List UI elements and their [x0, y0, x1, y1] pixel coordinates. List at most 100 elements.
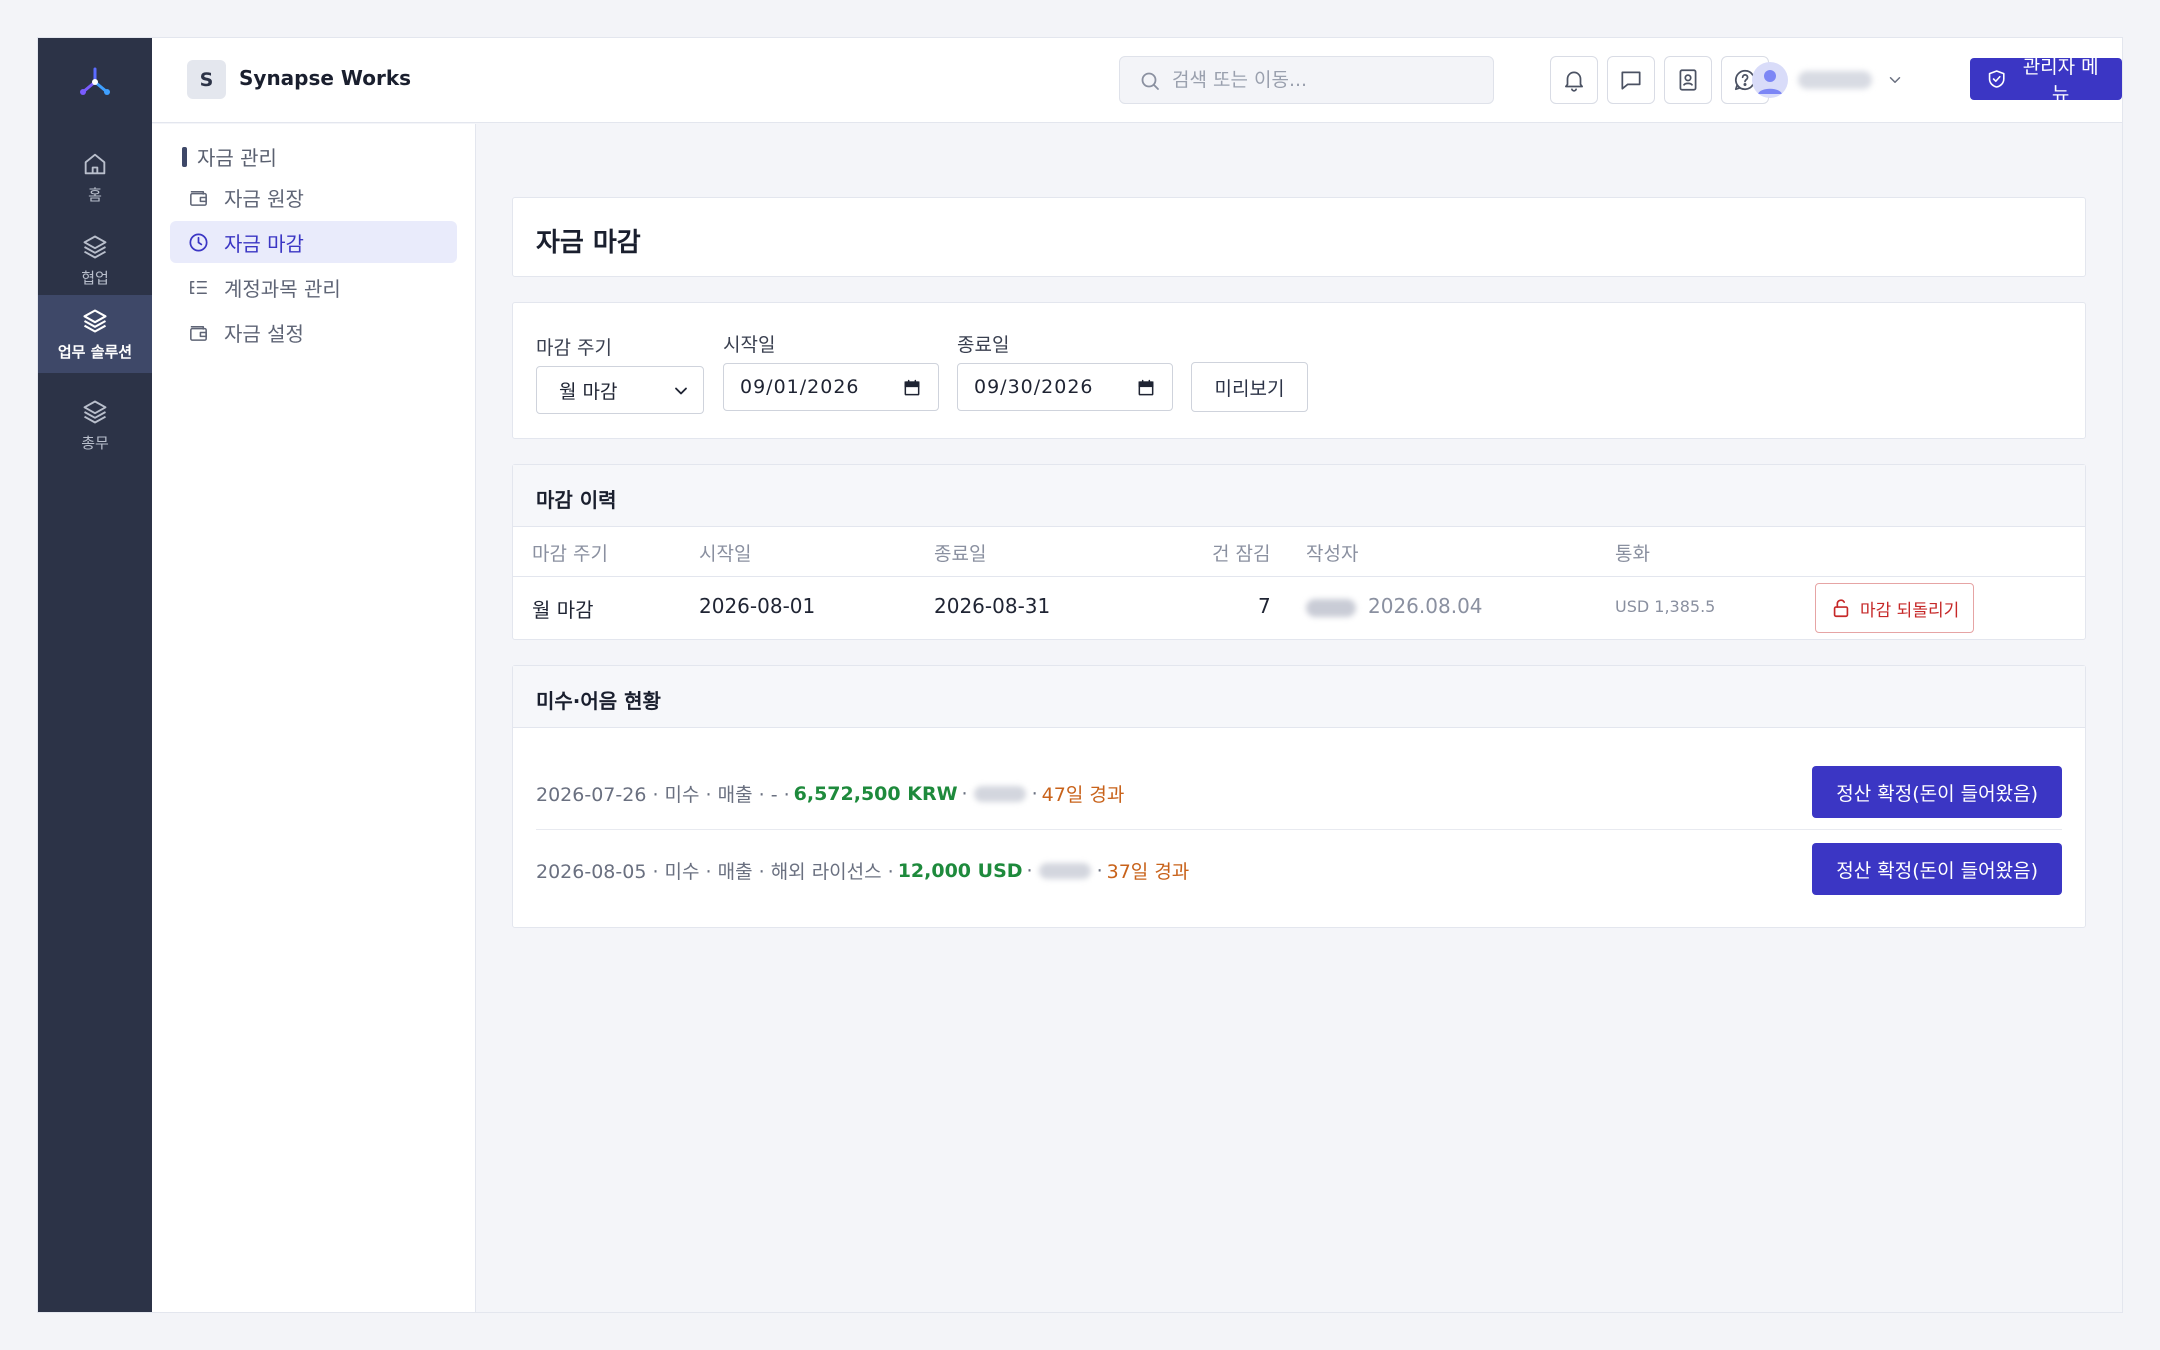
rail-item-label: 업무 솔루션: [57, 342, 133, 361]
subnav-item-label: 자금 마감: [224, 231, 304, 256]
list-item: 2026-08-05 · 미수 · 매출 · 해외 라이선스 · 12,000 …: [536, 831, 2062, 907]
period-label: 마감 주기: [536, 337, 612, 359]
layers-icon: [83, 400, 107, 423]
user-icon: [1758, 70, 1782, 94]
layers-icon: [83, 235, 107, 258]
search-input[interactable]: [1172, 57, 1482, 103]
separator: ·: [1031, 782, 1038, 805]
closing-history-card: 마감 이력 마감 주기 시작일 종료일 건 잠김 작성자 통화 월 마감 202…: [512, 464, 2086, 640]
counterparty-redacted: [973, 785, 1026, 802]
confirm-settlement-button[interactable]: 정산 확정(돈이 들어왔음): [1812, 843, 2062, 895]
counterparty-redacted: [1038, 862, 1091, 879]
end-date-label: 종료일: [957, 334, 1010, 356]
column-header: 통화: [1615, 543, 1650, 565]
app-window: 홈 협업 업무 솔루션 총무 S Synapse Works 검색 또는 이동.…: [37, 37, 2123, 1313]
app-rail: 홈 협업 업무 솔루션 총무: [38, 38, 152, 1312]
column-header: 시작일: [699, 543, 752, 565]
messages-button[interactable]: [1607, 56, 1655, 104]
app-logo-icon[interactable]: [75, 62, 115, 102]
revert-closing-button[interactable]: 마감 되돌리기: [1815, 583, 1975, 633]
receivables-card: 미수·어음 현황 2026-07-26 · 미수 · 매출 · - · 6,57…: [512, 665, 2086, 928]
period-select[interactable]: 월 마감: [536, 366, 704, 414]
subnav-item-account-management[interactable]: 계정과목 관리: [170, 266, 457, 308]
rail-item-label: 홈: [88, 185, 102, 204]
start-date-value: 09/01/2026: [740, 376, 860, 398]
divider: [536, 829, 2062, 830]
contact-book-icon: [1679, 69, 1697, 91]
revert-closing-label: 마감 되돌리기: [1860, 600, 1960, 621]
subnav-item-fund-settings[interactable]: 자금 설정: [170, 311, 457, 353]
rail-item-collab[interactable]: 협업: [38, 221, 152, 299]
shield-check-icon: [1988, 70, 2005, 88]
unlock-icon: [1833, 599, 1849, 618]
subnav-section-header: 자금 관리: [182, 142, 277, 171]
notifications-button[interactable]: [1550, 56, 1598, 104]
calendar-icon: [1138, 379, 1154, 396]
rail-item-home[interactable]: 홈: [38, 138, 152, 216]
receivable-summary: 2026-08-05 · 미수 · 매출 · 해외 라이선스 · 12,000 …: [536, 857, 1189, 884]
column-header: 마감 주기: [532, 543, 608, 565]
currency-cell: USD 1,385.5: [1615, 597, 1716, 616]
list-item: 2026-07-26 · 미수 · 매출 · - · 6,572,500 KRW…: [536, 754, 2062, 830]
elapsed-days: 37일 경과: [1106, 861, 1190, 883]
calendar-icon: [904, 379, 920, 396]
user-menu[interactable]: [1752, 60, 1904, 100]
table-row: 월 마감 2026-08-01 2026-08-31 7 2026.08.04 …: [513, 577, 2085, 639]
receivable-amount: 6,572,500 KRW: [793, 782, 958, 805]
workspace-name[interactable]: Synapse Works: [239, 66, 411, 90]
end-date-input[interactable]: 09/30/2026: [957, 363, 1173, 411]
subnav-item-fund-ledger[interactable]: 자금 원장: [170, 176, 457, 218]
table-header-row: 마감 주기 시작일 종료일 건 잠김 작성자 통화: [513, 527, 2085, 577]
subnav-item-label: 자금 설정: [224, 321, 304, 346]
separator: ·: [961, 782, 968, 805]
column-header: 건 잠김: [1212, 543, 1271, 565]
rail-item-label: 총무: [81, 433, 109, 452]
list-icon: [190, 280, 207, 294]
end-date-value: 09/30/2026: [974, 376, 1094, 398]
start-date-label: 시작일: [723, 334, 776, 356]
separator: ·: [1026, 859, 1033, 882]
bell-icon: [1565, 71, 1583, 92]
global-search[interactable]: [1119, 56, 1494, 104]
chevron-down-icon: [1889, 77, 1901, 83]
top-bar: S Synapse Works 관리자 메뉴: [152, 38, 2122, 123]
user-name-redacted: [1798, 71, 1872, 89]
section-marker: [182, 146, 187, 167]
receivable-amount: 12,000 USD: [897, 859, 1023, 882]
start-date-input[interactable]: 09/01/2026: [723, 363, 939, 411]
home-icon: [84, 153, 106, 174]
avatar: [1752, 62, 1788, 98]
closing-history-header: 마감 이력: [513, 465, 2085, 527]
wallet-icon: [190, 325, 207, 341]
subnav-item-label: 계정과목 관리: [224, 276, 341, 301]
rail-item-business-solution[interactable]: 업무 솔루션: [38, 295, 152, 373]
layers-icon: [83, 308, 107, 333]
column-header: 작성자: [1306, 543, 1359, 565]
workspace-badge[interactable]: S: [187, 60, 226, 99]
receivables-title: 미수·어음 현황: [536, 689, 661, 713]
admin-menu-button[interactable]: 관리자 메뉴: [1970, 56, 2122, 105]
sub-navigation: 자금 관리 자금 원장 자금 마감 계정과목 관리 자금 설정: [152, 124, 476, 1312]
receivable-prefix: 2026-08-05 · 미수 · 매출 · 해외 라이선스 ·: [536, 861, 894, 883]
subnav-item-fund-closing[interactable]: 자금 마감: [170, 221, 457, 263]
clock-icon: [189, 232, 208, 252]
contacts-button[interactable]: [1664, 56, 1712, 104]
written-date-cell: 2026.08.04: [1368, 594, 1483, 618]
end-date-cell: 2026-08-31: [934, 594, 1051, 618]
rail-item-label: 협업: [81, 268, 109, 287]
period-cell: 월 마감: [532, 598, 594, 622]
receivables-header: 미수·어음 현황: [513, 666, 2085, 728]
period-select-value: 월 마감: [559, 380, 618, 403]
locked-count-cell: 7: [1258, 594, 1271, 618]
admin-menu-label: 관리자 메뉴: [2022, 56, 2099, 105]
page-title: 자금 마감: [536, 228, 641, 258]
chevron-down-icon: [675, 387, 687, 395]
elapsed-days: 47일 경과: [1041, 784, 1125, 806]
confirm-settlement-button[interactable]: 정산 확정(돈이 들어왔음): [1812, 766, 2062, 818]
search-icon: [1141, 72, 1159, 90]
page-title-card: 자금 마감: [512, 197, 2086, 277]
preview-button[interactable]: 미리보기: [1191, 362, 1308, 412]
rail-item-general-affairs[interactable]: 총무: [38, 386, 152, 464]
main-content: 자금 마감 마감 주기 월 마감 시작일 09/01/2026 종료일 09/3…: [476, 124, 2122, 1312]
subnav-section-title: 자금 관리: [197, 146, 277, 170]
